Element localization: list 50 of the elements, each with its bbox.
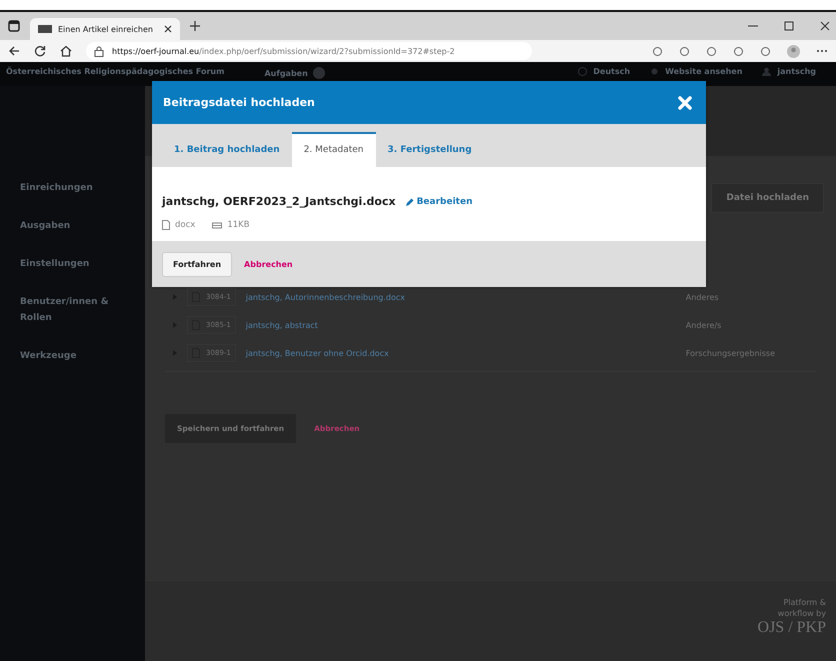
maximize-icon[interactable] xyxy=(784,21,794,31)
wizard-tab[interactable]: 3. Fertigstellung xyxy=(376,132,484,167)
back-icon[interactable] xyxy=(8,45,20,57)
tab-title: Einen Artikel einreichen xyxy=(58,24,154,34)
language-link[interactable]: Deutsch xyxy=(593,67,630,76)
file-format: docx xyxy=(175,220,196,230)
upload-file-button[interactable]: Datei hochladen xyxy=(711,183,824,213)
site-title[interactable]: Österreichisches Religionspädagogisches Forum xyxy=(6,67,224,76)
file-type: Andere/s xyxy=(686,320,722,330)
browser-tab[interactable]: Einen Artikel einreichen xyxy=(30,18,180,40)
sidebar-item[interactable]: Einstellungen xyxy=(0,256,130,272)
site-favicon-icon xyxy=(38,25,52,33)
close-icon[interactable] xyxy=(164,25,172,33)
profile-avatar-icon[interactable] xyxy=(787,44,800,58)
lock-icon xyxy=(94,46,104,56)
address-field[interactable]: https://oerf-journal.eu/index.php/oerf/submission/wizard/2?submissionId=372#step-2 xyxy=(86,42,532,60)
tab-actions-icon[interactable] xyxy=(8,20,20,32)
home-icon[interactable] xyxy=(60,45,72,57)
sidebar-item[interactable]: Benutzer/innen & Rollen xyxy=(0,294,130,326)
file-type: Anderes xyxy=(686,292,719,302)
file-link[interactable]: jantschg, abstract xyxy=(246,320,676,330)
pencil-icon xyxy=(406,198,414,206)
footer-text: workflow by xyxy=(778,608,826,619)
wizard-tab[interactable]: 1. Beitrag hochladen xyxy=(162,132,292,167)
continue-button[interactable]: Fortfahren xyxy=(162,252,232,276)
new-tab-icon[interactable] xyxy=(190,21,200,31)
user-menu[interactable]: jantschg xyxy=(777,67,816,76)
file-icon xyxy=(162,220,170,230)
file-name: jantschg, OERF2023_2_Jantschgi.docx xyxy=(162,195,396,208)
tasks-link[interactable]: Aufgaben xyxy=(264,68,308,78)
count-badge-icon xyxy=(312,67,325,79)
file-size: 11KB xyxy=(227,220,250,230)
reload-icon[interactable] xyxy=(34,45,46,57)
sidebar-item[interactable]: Einreichungen xyxy=(0,180,130,196)
edit-link[interactable]: Bearbeiten xyxy=(406,196,472,206)
footer-text: Platform & xyxy=(783,597,826,608)
close-icon[interactable] xyxy=(820,21,830,31)
storage-icon xyxy=(212,221,222,229)
dialog-title: Beitragsdatei hochladen xyxy=(163,96,315,109)
sidebar-item[interactable]: Werkzeuge xyxy=(0,348,130,364)
ojs-pkp-logo[interactable]: OJS / PKP xyxy=(758,619,826,637)
view-site-link[interactable]: Website ansehen xyxy=(665,67,742,76)
file-type: Forschungsergebnisse xyxy=(686,348,776,358)
wizard-tab[interactable]: 2. Metadaten xyxy=(292,132,376,167)
cancel-link[interactable]: Abbrechen xyxy=(244,260,293,268)
more-icon[interactable] xyxy=(816,49,828,53)
user-icon xyxy=(762,67,772,76)
file-link[interactable]: jantschg, Benutzer ohne Orcid.docx xyxy=(246,348,676,358)
sidebar-item[interactable]: Ausgaben xyxy=(0,218,130,234)
file-link[interactable]: jantschg, Autorinnenbeschreibung.docx xyxy=(246,292,676,302)
